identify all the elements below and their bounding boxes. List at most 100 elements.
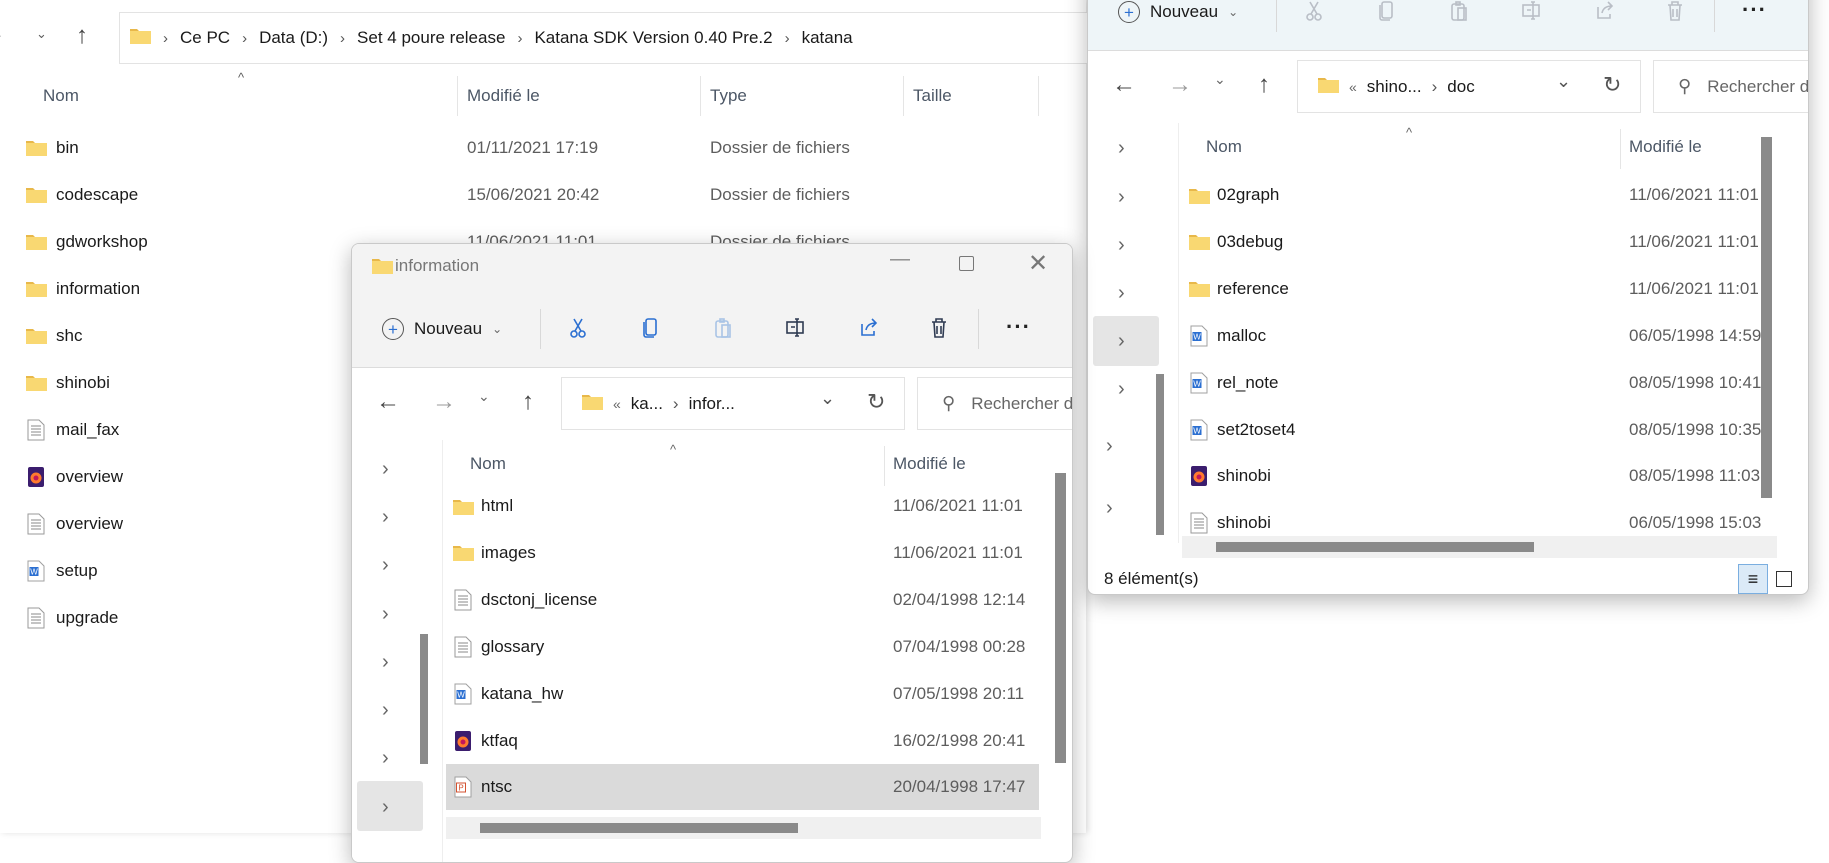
recent-locations-button[interactable]: ⌄ — [478, 388, 490, 405]
forward-button[interactable]: → — [1168, 71, 1192, 99]
up-button[interactable]: ↑ — [522, 388, 534, 416]
address-dropdown-icon[interactable]: ⌄ — [1556, 71, 1571, 92]
up-button[interactable]: ↑ — [1258, 71, 1270, 99]
expand-chevron-icon[interactable]: › — [382, 506, 389, 529]
file-row[interactable]: shinobi 08/05/1998 11:03 — [1182, 453, 1775, 499]
expand-chevron-icon[interactable]: › — [1118, 282, 1125, 305]
vertical-scrollbar[interactable] — [1055, 473, 1066, 763]
file-row[interactable]: glossary 07/04/1998 00:28 — [446, 624, 1039, 670]
details-view-button[interactable]: ≡ — [1738, 564, 1768, 594]
expand-chevron-icon[interactable]: › — [382, 747, 389, 770]
breadcrumb-separator-icon[interactable]: › — [163, 28, 168, 48]
file-row[interactable]: images 11/06/2021 11:01 — [446, 530, 1039, 576]
file-row[interactable]: Pntsc 20/04/1998 17:47 — [446, 764, 1039, 811]
rename-button[interactable] — [1520, 0, 1542, 28]
up-arrow-icon[interactable]: ↑ — [76, 22, 88, 50]
search-input[interactable]: ⚲ Rechercher d — [1653, 60, 1808, 113]
nav-item-selected[interactable] — [1093, 316, 1159, 366]
expand-chevron-icon[interactable]: › — [382, 651, 389, 674]
column-divider[interactable] — [903, 76, 904, 116]
maximize-button[interactable] — [959, 256, 974, 271]
address-bar[interactable]: « shino... › doc ⌄ ↻ — [1297, 60, 1641, 113]
expand-chevron-icon[interactable]: › — [1118, 330, 1125, 353]
horizontal-scrollbar[interactable] — [1216, 542, 1534, 552]
file-row[interactable]: reference 11/06/2021 11:01 — [1182, 266, 1775, 312]
column-header-modified[interactable]: Modifié le — [467, 86, 540, 106]
file-row[interactable]: 03debug 11/06/2021 11:01 — [1182, 219, 1775, 265]
refresh-icon[interactable]: ↻ — [1603, 72, 1621, 98]
address-bar[interactable]: « ka... › infor... ⌄ ↻ — [561, 377, 905, 430]
file-row[interactable]: Wset2toset4 08/05/1998 10:35 — [1182, 407, 1775, 453]
paste-button[interactable] — [712, 316, 734, 345]
rename-button[interactable] — [784, 316, 806, 345]
tiles-view-button[interactable] — [1776, 571, 1792, 587]
new-button[interactable]: + Nouveau ⌄ — [382, 313, 502, 345]
new-button[interactable]: + Nouveau ⌄ — [1118, 0, 1238, 28]
breadcrumb-separator-icon[interactable]: › — [785, 28, 790, 48]
expand-chevron-icon[interactable]: › — [382, 554, 389, 577]
recent-locations-button[interactable]: ⌄ — [1214, 71, 1226, 88]
search-input[interactable]: ⚲ Rechercher d — [917, 377, 1072, 430]
expand-chevron-icon[interactable]: › — [1106, 435, 1113, 458]
expand-chevron-icon[interactable]: › — [1118, 234, 1125, 257]
delete-button[interactable] — [1664, 0, 1686, 28]
file-row[interactable]: html 11/06/2021 11:01 — [446, 483, 1039, 529]
file-row[interactable]: bin 01/11/2021 17:19 Dossier de fichiers — [0, 124, 1080, 171]
breadcrumb-item[interactable]: doc — [1447, 77, 1474, 97]
close-button[interactable]: ✕ — [1028, 249, 1048, 278]
column-header-type[interactable]: Type — [710, 86, 747, 106]
column-header-size[interactable]: Taille — [913, 86, 952, 106]
address-dropdown-icon[interactable]: ⌄ — [820, 388, 835, 409]
column-header-name[interactable]: Nom — [43, 86, 79, 106]
file-row[interactable]: Wmalloc 06/05/1998 14:59 — [1182, 313, 1775, 359]
file-row[interactable]: dsctonj_license 02/04/1998 12:14 — [446, 577, 1039, 623]
breadcrumb-separator-icon[interactable]: › — [340, 28, 345, 48]
forward-button[interactable]: → — [432, 388, 456, 416]
breadcrumb-item[interactable]: katana — [802, 28, 853, 48]
nav-item-selected[interactable] — [357, 781, 423, 831]
file-row[interactable]: Wkatana_hw 07/05/1998 20:11 — [446, 671, 1039, 717]
cut-button[interactable] — [1303, 0, 1325, 28]
column-divider[interactable] — [700, 76, 701, 116]
horizontal-scrollbar[interactable] — [480, 823, 798, 833]
overflow-chevron-icon[interactable]: « — [1349, 79, 1357, 95]
file-row[interactable]: codescape 15/06/2021 20:42 Dossier de fich… — [0, 171, 1080, 218]
nav-scrollbar[interactable] — [420, 634, 428, 764]
back-button[interactable]: ← — [376, 388, 400, 416]
minimize-button[interactable]: — — [890, 248, 910, 271]
back-arrow-icon[interactable]: › — [0, 22, 1, 48]
breadcrumb-item[interactable]: shino... — [1367, 77, 1422, 97]
file-row[interactable]: Wrel_note 08/05/1998 10:41 — [1182, 360, 1775, 406]
file-row[interactable]: ktfaq 16/02/1998 20:41 — [446, 718, 1039, 764]
breadcrumb-separator-icon[interactable]: › — [1432, 77, 1438, 97]
share-button[interactable] — [1593, 0, 1615, 28]
copy-button[interactable] — [1376, 0, 1398, 28]
breadcrumb-item[interactable]: Set 4 poure release — [357, 28, 505, 48]
expand-chevron-icon[interactable]: › — [382, 699, 389, 722]
column-divider[interactable] — [457, 76, 458, 116]
paste-button[interactable] — [1448, 0, 1470, 28]
vertical-scrollbar[interactable] — [1761, 137, 1772, 498]
more-options-button[interactable]: ··· — [1742, 0, 1767, 23]
expand-chevron-icon[interactable]: › — [382, 603, 389, 626]
column-divider[interactable] — [1620, 129, 1621, 169]
overflow-chevron-icon[interactable]: « — [613, 396, 621, 412]
expand-chevron-icon[interactable]: › — [382, 458, 389, 481]
delete-button[interactable] — [928, 316, 950, 345]
more-options-button[interactable]: ··· — [1006, 314, 1031, 340]
expand-chevron-icon[interactable]: › — [1118, 186, 1125, 209]
breadcrumb-separator-icon[interactable]: › — [673, 394, 679, 414]
breadcrumb-item[interactable]: Ce PC — [180, 28, 230, 48]
breadcrumb-item[interactable]: infor... — [689, 394, 735, 414]
share-button[interactable] — [857, 316, 879, 345]
back-button[interactable]: ← — [1112, 71, 1136, 99]
refresh-icon[interactable]: ↻ — [867, 389, 885, 415]
copy-button[interactable] — [640, 316, 662, 345]
cut-button[interactable] — [567, 316, 589, 345]
breadcrumb-item[interactable]: Katana SDK Version 0.40 Pre.2 — [534, 28, 772, 48]
file-row[interactable]: 02graph 11/06/2021 11:01 — [1182, 172, 1775, 218]
breadcrumb-separator-icon[interactable]: › — [242, 28, 247, 48]
recent-locations-chevron-icon[interactable]: ⌄ — [36, 26, 47, 42]
expand-chevron-icon[interactable]: › — [382, 796, 389, 819]
address-bar[interactable]: › Ce PC › Data (D:) › Set 4 poure release › Kat… — [119, 12, 1119, 64]
